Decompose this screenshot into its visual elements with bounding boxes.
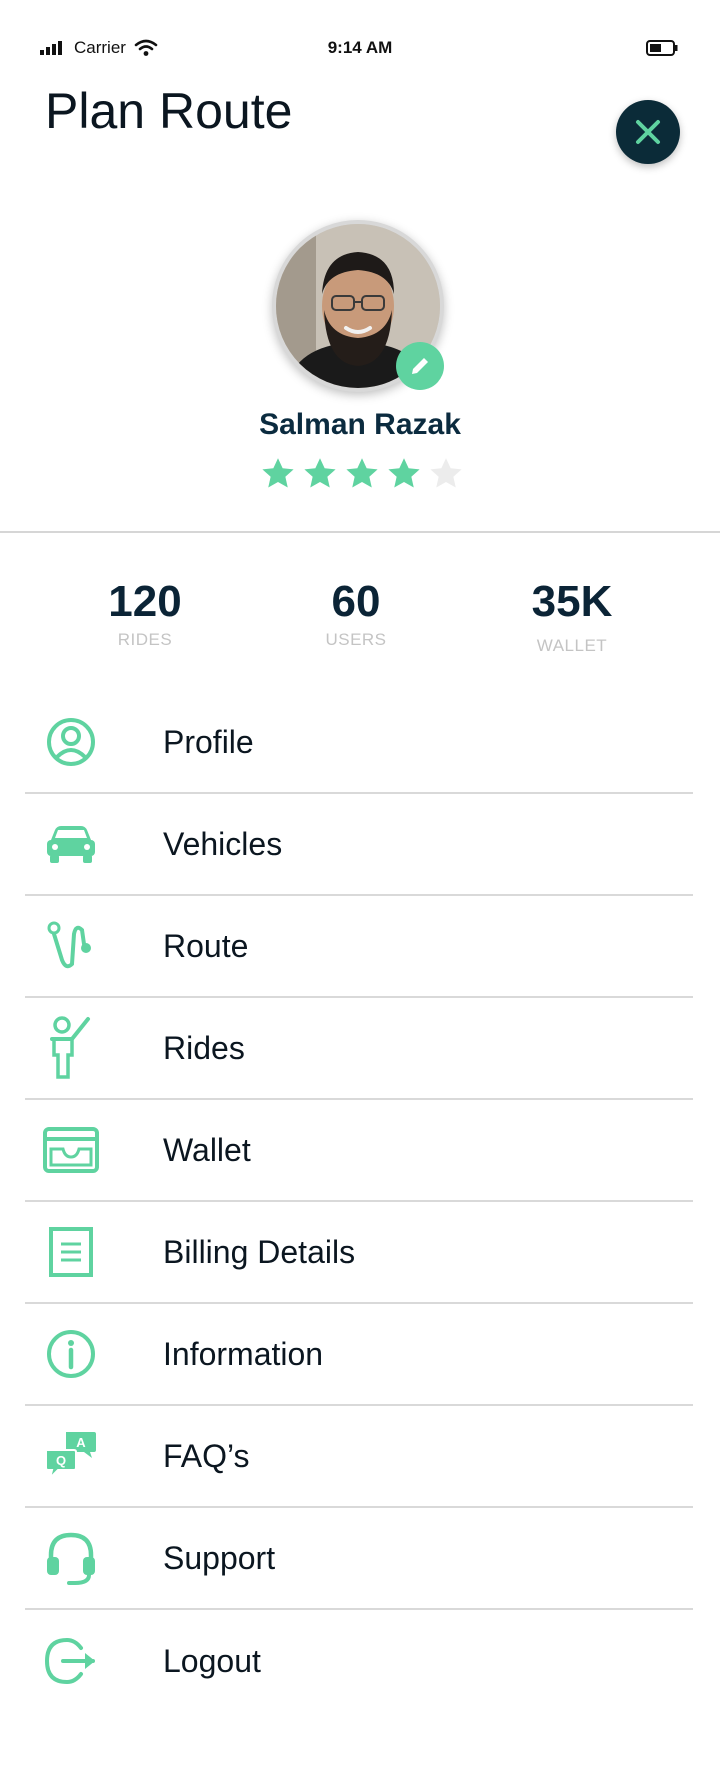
menu-label-rides: Rides [163, 1029, 245, 1066]
star-filled-icon [388, 458, 420, 488]
rider-icon [35, 1016, 107, 1079]
menu-item-support[interactable]: Support [25, 1508, 693, 1610]
menu-item-faq[interactable]: A Q FAQ’s [25, 1406, 693, 1508]
svg-text:A: A [76, 1435, 86, 1450]
menu-label-logout: Logout [163, 1642, 261, 1679]
close-button[interactable] [616, 100, 680, 164]
billing-document-icon [35, 1224, 107, 1280]
star-empty-icon [430, 458, 462, 488]
stat-wallet-label: WALLET [536, 636, 608, 655]
menu-label-billing: Billing Details [163, 1233, 356, 1270]
page-title: Plan Route [45, 83, 293, 139]
route-icon [35, 918, 107, 974]
menu-item-billing[interactable]: Billing Details [25, 1202, 693, 1304]
pencil-icon [412, 358, 428, 374]
car-icon [35, 816, 107, 872]
edit-avatar-button[interactable] [396, 342, 444, 390]
stat-users-value: 60 [331, 577, 381, 626]
menu-item-profile[interactable]: Profile [25, 692, 693, 794]
stat-wallet-value: 35K [531, 577, 613, 626]
stat-wallet: 35K WALLET [472, 576, 672, 656]
menu-item-vehicles[interactable]: Vehicles [25, 794, 693, 896]
menu-item-route[interactable]: Route [25, 896, 693, 998]
svg-text:Q: Q [56, 1453, 66, 1468]
star-filled-icon [304, 458, 336, 488]
wallet-icon [35, 1122, 107, 1178]
faq-icon: A Q [35, 1428, 107, 1484]
menu-label-vehicles: Vehicles [163, 825, 283, 862]
rating-stars [260, 456, 464, 492]
star-filled-icon [262, 458, 294, 488]
info-icon [35, 1326, 107, 1382]
menu-item-rides[interactable]: Rides [25, 998, 693, 1100]
status-time: 9:14 AM [327, 38, 393, 57]
stat-users: 60 USERS [256, 576, 456, 650]
header-divider [0, 531, 720, 533]
menu-list: Profile Vehicles Route Rides Wallet Bill… [25, 692, 693, 1712]
menu-item-information[interactable]: Information [25, 1304, 693, 1406]
menu-label-route: Route [163, 927, 249, 964]
menu-label-support: Support [163, 1539, 276, 1576]
stat-rides-label: RIDES [117, 630, 173, 649]
stat-rides-value: 120 [108, 577, 182, 626]
stat-users-label: USERS [325, 630, 387, 649]
user-name: Salman Razak [259, 408, 461, 441]
menu-label-faq: FAQ’s [163, 1437, 250, 1474]
menu-label-profile: Profile [163, 723, 254, 760]
close-icon [636, 120, 660, 144]
headset-icon [35, 1530, 107, 1586]
avatar-container [272, 220, 444, 392]
menu-item-logout[interactable]: Logout [25, 1610, 693, 1712]
logout-icon [35, 1633, 107, 1689]
profile-icon [35, 714, 107, 770]
battery-icon [646, 40, 678, 56]
menu-item-wallet[interactable]: Wallet [25, 1100, 693, 1202]
menu-label-wallet: Wallet [163, 1131, 251, 1168]
star-filled-icon [346, 458, 378, 488]
stat-rides: 120 RIDES [45, 576, 245, 650]
menu-label-information: Information [163, 1335, 324, 1372]
